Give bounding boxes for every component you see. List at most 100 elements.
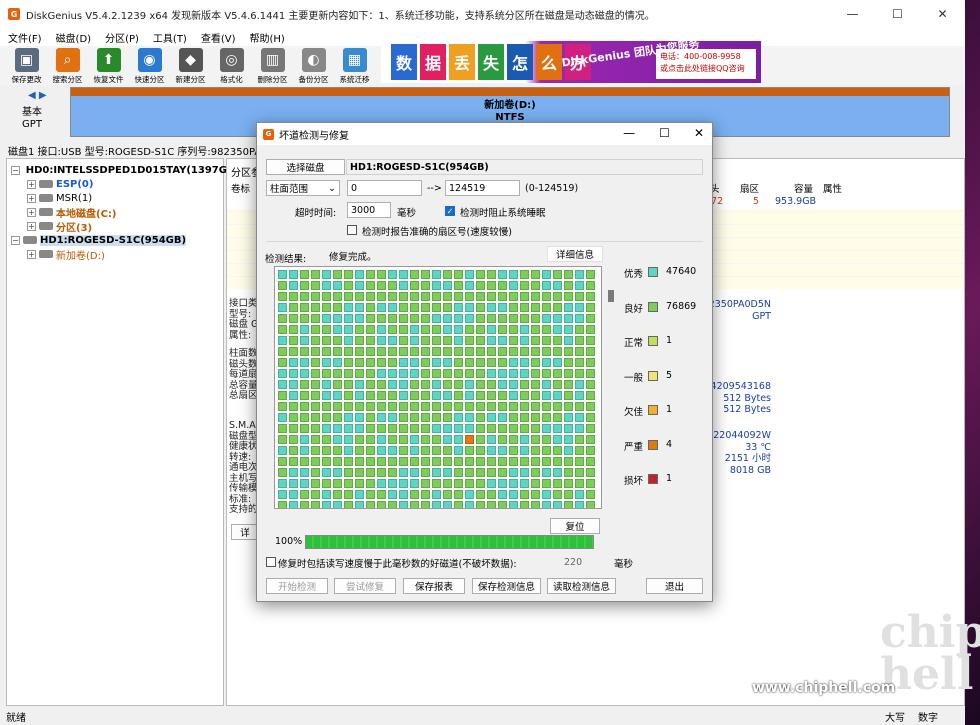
expand-icon[interactable]: +	[27, 207, 36, 217]
tree-item[interactable]: + 分区(3)	[7, 219, 223, 234]
sector-cell	[498, 446, 507, 455]
sector-cell	[311, 336, 320, 345]
sector-cell	[311, 369, 320, 378]
sector-cell	[399, 336, 408, 345]
sector-cell	[421, 391, 430, 400]
toolbar-button[interactable]: ⬆ 恢复文件	[88, 46, 129, 85]
banner-qq: 或点击此处链接QQ咨询	[660, 64, 745, 73]
tree-item[interactable]: − HD1:ROGESD-S1C(954GB)	[7, 233, 223, 247]
sector-cell	[344, 314, 353, 323]
range-type-select[interactable]: 柱面范围 ⌄	[266, 180, 340, 196]
expand-icon[interactable]: −	[11, 165, 20, 175]
sector-cell	[278, 402, 287, 411]
disk-nav-arrows[interactable]: ◀ ▶	[28, 90, 47, 101]
sector-cell	[443, 369, 452, 378]
minimize-button[interactable]: —	[830, 0, 875, 28]
sector-cell	[509, 446, 518, 455]
banner-phone: 电话：400-008-9958	[660, 52, 741, 61]
range-end-input[interactable]: 124519	[445, 180, 520, 196]
sector-cell	[531, 358, 540, 367]
menu-item[interactable]: 文件(F)	[8, 30, 42, 45]
menu-item[interactable]: 查看(V)	[201, 30, 236, 45]
sector-cell	[542, 292, 551, 301]
range-hint: (0-124519)	[525, 183, 579, 194]
sector-cell	[322, 435, 331, 444]
expand-icon[interactable]: +	[27, 221, 36, 231]
toolbar-button[interactable]: ⌕ 搜索分区	[47, 46, 88, 85]
toolbar-button[interactable]: ◎ 格式化	[211, 46, 252, 85]
report-sector-checkbox[interactable]	[347, 225, 357, 235]
menu-item[interactable]: 分区(P)	[105, 30, 139, 45]
toolbar-button[interactable]: ◉ 快速分区	[129, 46, 170, 85]
legend-item: 正常 1	[624, 335, 672, 349]
tree-item[interactable]: − HD0:INTELSSDPED1D015TAY(1397GB)	[7, 163, 239, 177]
sector-map-scrollbar[interactable]	[608, 290, 614, 302]
tree-item[interactable]: + 本地磁盘(C:)	[7, 205, 223, 220]
reset-button[interactable]: 复位	[550, 518, 600, 534]
sector-cell	[344, 446, 353, 455]
range-start-input[interactable]: 0	[347, 180, 422, 196]
exit-button[interactable]: 退出	[646, 578, 703, 594]
sector-cell	[399, 380, 408, 389]
sector-cell	[586, 292, 595, 301]
expand-icon[interactable]: −	[11, 235, 20, 245]
sector-cell	[278, 391, 287, 400]
sector-cell	[586, 380, 595, 389]
menu-item[interactable]: 工具(T)	[153, 30, 187, 45]
timeout-unit: 毫秒	[397, 208, 417, 219]
sector-cell	[575, 380, 584, 389]
sector-cell	[487, 501, 496, 508]
maximize-button[interactable]: ☐	[875, 0, 920, 28]
menu-item[interactable]: 磁盘(D)	[56, 30, 92, 45]
sector-cell	[333, 325, 342, 334]
toolbar-button[interactable]: ▣ 保存更改	[6, 46, 47, 85]
toolbar-button[interactable]: ▦ 系统迁移	[334, 46, 375, 85]
sector-cell	[476, 391, 485, 400]
info-label: 总扇区	[229, 390, 258, 401]
sector-cell	[498, 490, 507, 499]
repair-slow-checkbox[interactable]	[266, 557, 276, 567]
dialog-maximize-button[interactable]: ☐	[659, 126, 670, 140]
tree-item[interactable]: + 新加卷(D:)	[7, 247, 223, 262]
sector-cell	[487, 303, 496, 312]
toolbar-button[interactable]: ◆ 新建分区	[170, 46, 211, 85]
sector-cell	[399, 303, 408, 312]
dialog-minimize-button[interactable]: —	[623, 126, 635, 140]
save-report-button[interactable]: 保存报表	[403, 578, 465, 594]
toolbar-button[interactable]: ◐ 备份分区	[293, 46, 334, 85]
read-info-button[interactable]: 读取检测信息	[547, 578, 616, 594]
tree-item[interactable]: + MSR(1)	[7, 191, 223, 205]
sector-cell	[289, 369, 298, 378]
start-check-button[interactable]: 开始检测	[266, 578, 328, 594]
dialog-close-button[interactable]: ✕	[694, 126, 704, 140]
sector-cell	[520, 303, 529, 312]
select-disk-button[interactable]: 选择磁盘	[266, 159, 345, 175]
detail-info-button[interactable]: 详细信息	[547, 246, 603, 262]
save-info-button[interactable]: 保存检测信息	[472, 578, 541, 594]
caps-indicator: 大写	[885, 712, 905, 724]
sector-cell	[388, 457, 397, 466]
legend-count: 76869	[666, 300, 697, 312]
close-button[interactable]: ✕	[920, 0, 965, 28]
tree-item[interactable]: + ESP(0)	[7, 177, 223, 191]
sector-cell	[564, 347, 573, 356]
menu-item[interactable]: 帮助(H)	[250, 30, 285, 45]
sector-cell	[498, 413, 507, 422]
sector-cell	[487, 380, 496, 389]
toolbar-button[interactable]: ▥ 删除分区	[252, 46, 293, 85]
expand-icon[interactable]: +	[27, 249, 36, 259]
quick-partition-icon: ◉	[137, 48, 162, 72]
sector-cell	[564, 380, 573, 389]
sector-cell	[454, 479, 463, 488]
expand-icon[interactable]: +	[27, 193, 36, 203]
timeout-input[interactable]: 3000	[347, 202, 391, 218]
expand-icon[interactable]: +	[27, 179, 36, 189]
repair-slow-value[interactable]: 220	[564, 557, 582, 568]
sector-cell	[465, 281, 474, 290]
try-repair-button[interactable]: 尝试修复	[334, 578, 396, 594]
sector-cell	[388, 325, 397, 334]
sector-cell	[465, 413, 474, 422]
detail-button[interactable]: 详	[231, 524, 259, 540]
ad-banner[interactable]: 数据丢失怎么办 DiskGenius 团队为您服务 电话：400-008-995…	[381, 41, 761, 83]
stop-sleep-checkbox[interactable]: ✓	[445, 206, 455, 216]
